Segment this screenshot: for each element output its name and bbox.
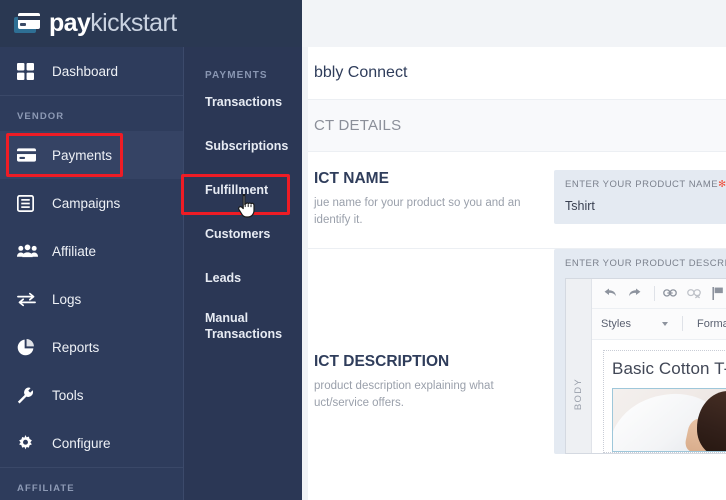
sidebar-item-reports[interactable]: Reports <box>0 323 183 371</box>
toolbar-divider <box>654 285 655 301</box>
credit-card-icon <box>17 146 39 164</box>
gear-icon <box>17 434 39 452</box>
woman-in-white-shirt-photo <box>612 387 726 452</box>
sidebar-item-label: Configure <box>52 435 111 451</box>
app-root: paykickstart Dashboard VENDOR Payments C… <box>0 0 726 500</box>
field-label-text: ENTER YOUR PRODUCT NAME <box>565 179 719 190</box>
sidebar-item-label: Campaigns <box>52 195 121 211</box>
sidebar-item-affiliate[interactable]: Affiliate <box>0 227 183 275</box>
editor-toolbar-row-1[interactable] <box>592 278 726 309</box>
main-content: bbly Connect CT DETAILS ICT NAME jue nam… <box>302 47 726 500</box>
form-row-description: product description explaining what uct/… <box>314 379 494 409</box>
sidebar-item-configure[interactable]: Configure <box>0 419 183 467</box>
form-row-info: ICT DESCRIPTION product description expl… <box>314 267 554 454</box>
submenu-item-label: Leads <box>205 271 242 286</box>
editor-toolbar-row-2[interactable]: Styles Format <box>592 308 726 340</box>
sidebar-group-vendor: VENDOR <box>17 111 65 122</box>
main-sidebar[interactable]: Dashboard VENDOR Payments Campaigns Affi… <box>0 47 183 500</box>
sidebar-item-label: Reports <box>52 339 100 355</box>
sidebar-group-affiliate: AFFILIATE <box>17 483 75 494</box>
toolbar-divider <box>682 316 683 331</box>
content-scroll-gutter <box>302 47 308 500</box>
sidebar-item-payments[interactable]: Payments <box>0 131 183 179</box>
sidebar-item-label: Payments <box>52 147 113 163</box>
editor-main-column: Styles Format Basic Cotton T-Sh <box>592 278 726 453</box>
sidebar-item-tools[interactable]: Tools <box>0 371 183 419</box>
product-description-field[interactable]: ENTER YOUR PRODUCT DESCRIPTION BODY <box>554 248 726 454</box>
submenu-item-label: Subscriptions <box>205 139 289 154</box>
editor-doc-title: Basic Cotton T-Sh <box>612 358 726 378</box>
chevron-down-icon <box>662 321 668 326</box>
form-row-label: ICT NAME <box>314 170 389 187</box>
page-header: bbly Connect <box>302 47 726 100</box>
payments-submenu-panel[interactable]: PAYMENTS Transactions Subscriptions Fulf… <box>183 47 302 500</box>
brand-name-bold: pay <box>49 9 91 37</box>
wrench-icon <box>17 386 39 404</box>
sidebar-item-logs[interactable]: Logs <box>0 275 183 323</box>
required-asterisk-icon: ✻ <box>718 179 726 190</box>
sidebar-item-dashboard[interactable]: Dashboard <box>0 47 183 95</box>
submenu-item-fulfillment[interactable]: Fulfillment <box>184 169 302 213</box>
list-box-icon <box>17 194 39 212</box>
product-description-field-label: ENTER YOUR PRODUCT DESCRIPTION <box>565 257 726 269</box>
submenu-item-transactions[interactable]: Transactions <box>184 81 302 125</box>
sidebar-item-label: Tools <box>52 387 84 403</box>
submenu-item-leads[interactable]: Leads <box>184 257 302 301</box>
submenu-item-label: Fulfillment <box>205 183 269 198</box>
sidebar-item-label: Affiliate <box>52 243 97 259</box>
editor-rail-label: BODY <box>573 378 584 411</box>
sidebar-item-campaigns[interactable]: Campaigns <box>0 179 183 227</box>
sidebar-item-label: Dashboard <box>52 63 119 79</box>
styles-dropdown-label: Styles <box>601 317 631 330</box>
rich-text-editor[interactable]: BODY Styles Forma Basic Cotton T <box>565 277 726 454</box>
form-row-description: jue name for your product so you and an … <box>314 197 521 227</box>
submenu-item-label: Customers <box>205 227 271 242</box>
undo-icon[interactable] <box>601 284 620 303</box>
form-row-product-name: ICT NAME jue name for your product so yo… <box>302 152 726 249</box>
unlink-icon[interactable] <box>684 284 703 303</box>
brand-name[interactable]: paykickstart <box>49 11 177 36</box>
styles-dropdown[interactable]: Styles <box>601 318 677 330</box>
submenu-item-subscriptions[interactable]: Subscriptions <box>184 125 302 169</box>
section-title: CT DETAILS <box>314 117 402 134</box>
product-name-field-label: ENTER YOUR PRODUCT NAME✻ <box>565 179 726 190</box>
exchange-arrows-icon <box>17 290 39 308</box>
form-row-control: ENTER YOUR PRODUCT NAME✻ Tshirt <box>554 170 726 230</box>
section-header-product-details: CT DETAILS <box>302 100 726 152</box>
sidebar-item-label: Logs <box>52 291 82 307</box>
submenu-item-customers[interactable]: Customers <box>184 213 302 257</box>
credit-card-icon <box>14 12 44 36</box>
link-icon[interactable] <box>660 284 679 303</box>
form-row-label: ICT DESCRIPTION <box>314 352 450 370</box>
submenu-item-manual-transactions[interactable]: Manual Transactions <box>184 301 302 353</box>
submenu-item-label: Transactions <box>205 95 283 110</box>
anchor-flag-icon[interactable] <box>708 284 726 303</box>
editor-content-area[interactable]: Basic Cotton T-Sh <box>592 340 726 453</box>
redo-icon[interactable] <box>625 284 644 303</box>
form-row-product-description: ICT DESCRIPTION product description expl… <box>302 248 726 472</box>
people-group-icon <box>17 242 39 260</box>
form-row-info: ICT NAME jue name for your product so yo… <box>314 170 554 230</box>
format-dropdown[interactable]: Format <box>688 318 726 330</box>
submenu-item-label: Manual Transactions <box>205 311 283 341</box>
form-row-control: ENTER YOUR PRODUCT DESCRIPTION BODY <box>554 248 726 454</box>
product-name-field[interactable]: ENTER YOUR PRODUCT NAME✻ Tshirt <box>554 170 726 224</box>
editor-body-rail: BODY <box>566 278 592 453</box>
brand-logo-bar: paykickstart <box>0 0 302 47</box>
grid-icon <box>17 62 39 80</box>
product-name-input[interactable]: Tshirt <box>565 199 726 213</box>
submenu-title: PAYMENTS <box>205 70 268 81</box>
page-title: bbly Connect <box>314 64 408 81</box>
brand-name-light: kickstart <box>90 9 177 37</box>
editor-document-frame: Basic Cotton T-Sh <box>603 349 726 453</box>
pie-chart-icon <box>17 338 39 356</box>
